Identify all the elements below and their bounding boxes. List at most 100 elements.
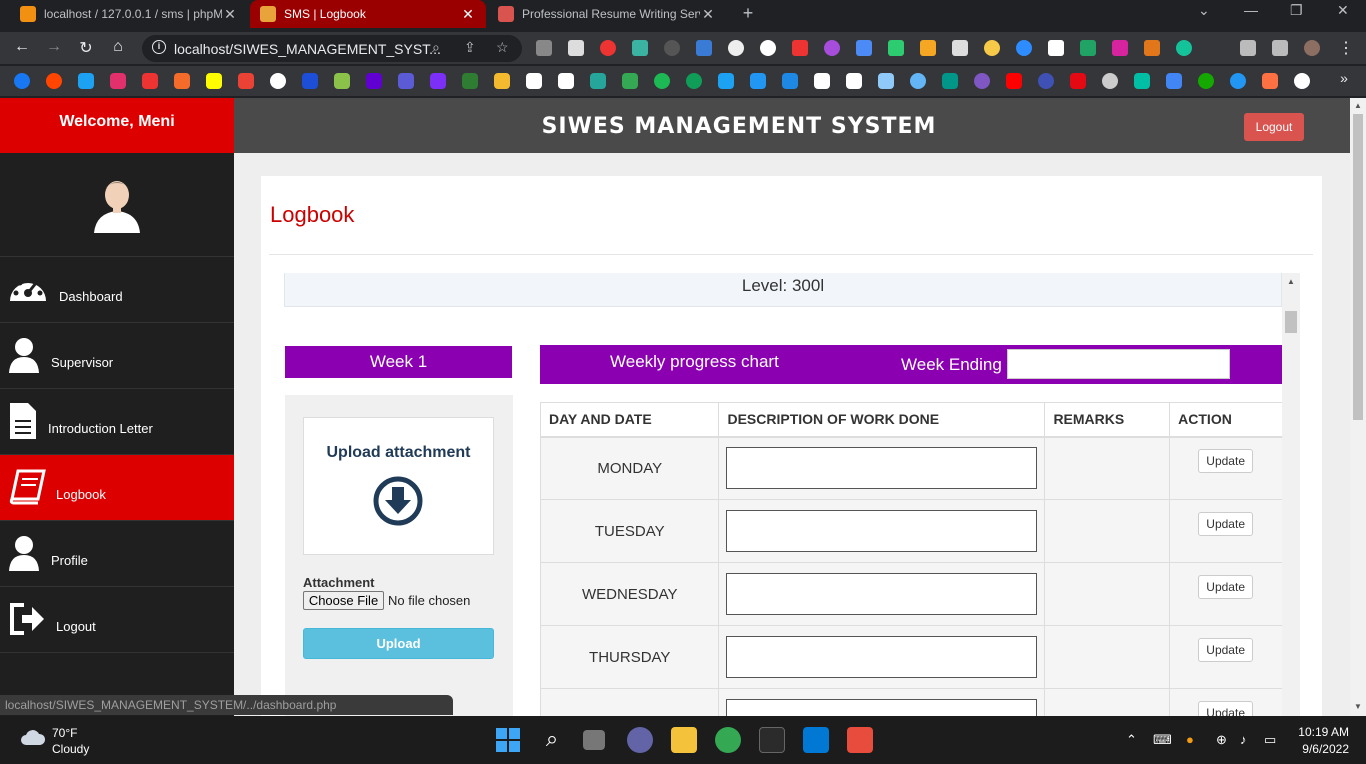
upload-card[interactable]: Upload attachment — [303, 417, 494, 555]
scroll-up-icon[interactable]: ▲ — [1354, 101, 1362, 110]
bookmark-icon[interactable] — [782, 73, 798, 89]
extension-icon[interactable] — [1016, 40, 1032, 56]
share-icon[interactable]: ⇪ — [464, 39, 476, 56]
extension-icon[interactable] — [792, 40, 808, 56]
description-input[interactable] — [726, 447, 1038, 490]
extension-icon[interactable] — [760, 40, 776, 56]
cloud-icon[interactable] — [20, 728, 46, 746]
logbook-scroll-area[interactable]: Level: 300l Week 1 Upload attachment Att… — [284, 273, 1300, 716]
bookmark-icon[interactable] — [1038, 73, 1054, 89]
upwork-icon[interactable] — [1198, 73, 1214, 89]
inner-scrollbar[interactable]: ▲ — [1282, 273, 1300, 716]
metamask-icon[interactable] — [1144, 40, 1160, 56]
teams-chat-icon[interactable] — [627, 727, 653, 753]
extension-icon[interactable] — [1048, 40, 1064, 56]
bookmark-icon[interactable] — [1134, 73, 1150, 89]
bookmark-icon[interactable] — [1294, 73, 1310, 89]
chevron-up-icon[interactable]: ⌃ — [1126, 732, 1137, 748]
extension-icon[interactable] — [696, 40, 712, 56]
bookmark-icon[interactable] — [1262, 73, 1278, 89]
search-icon[interactable]: ⌕ — [539, 727, 565, 753]
bookmark-icon[interactable] — [814, 73, 830, 89]
system-clock[interactable]: 10:19 AM 9/6/2022 — [1297, 725, 1349, 756]
profile-avatar-icon[interactable] — [1304, 40, 1320, 56]
extension-icon[interactable] — [536, 40, 552, 56]
bookmark-icon[interactable] — [46, 73, 62, 89]
bookmark-icon[interactable] — [558, 73, 574, 89]
vscode-icon[interactable] — [803, 727, 829, 753]
description-input[interactable] — [726, 510, 1038, 552]
extension-icon[interactable] — [1112, 40, 1128, 56]
grammarly-icon[interactable] — [1176, 40, 1192, 56]
choose-file-button[interactable]: Choose File — [303, 591, 384, 610]
gmail-icon[interactable] — [238, 73, 254, 89]
upload-button[interactable]: Upload — [303, 628, 494, 659]
update-button[interactable]: Update — [1198, 575, 1254, 599]
update-button[interactable]: Update — [1198, 449, 1254, 474]
sidebar-item-introduction-letter[interactable]: Introduction Letter — [0, 389, 234, 455]
bookmark-icon[interactable] — [1166, 73, 1182, 89]
new-tab-icon[interactable]: + — [738, 3, 758, 24]
description-input[interactable] — [726, 636, 1038, 678]
scrollbar-thumb[interactable] — [1353, 114, 1363, 420]
close-tab-icon[interactable]: ✕ — [700, 6, 716, 23]
home-icon[interactable]: ⌂ — [108, 38, 128, 56]
browser-tab-logbook[interactable]: SMS | Logbook ✕ — [250, 0, 486, 28]
address-bar[interactable]: i localhost/SIWES_MANAGEMENT_SYST... ⌕ ⇪… — [142, 35, 522, 62]
apple-icon[interactable] — [1102, 73, 1118, 89]
bookmark-icon[interactable] — [334, 73, 350, 89]
scroll-up-icon[interactable]: ▲ — [1287, 277, 1295, 286]
extension-icon[interactable] — [920, 40, 936, 56]
bookmark-icon[interactable] — [1230, 73, 1246, 89]
chrome-icon[interactable] — [715, 727, 741, 753]
windows-start-icon[interactable] — [495, 727, 521, 753]
extension-icon[interactable] — [728, 40, 744, 56]
extension-icon[interactable] — [888, 40, 904, 56]
side-panel-icon[interactable] — [1272, 40, 1288, 56]
sidebar-item-supervisor[interactable]: Supervisor — [0, 323, 234, 389]
bookmark-icon[interactable] — [174, 73, 190, 89]
week-ending-input[interactable] — [1007, 349, 1230, 379]
bookmark-icon[interactable] — [910, 73, 926, 89]
netflix-icon[interactable] — [1070, 73, 1086, 89]
language-globe-icon[interactable]: ⊕ — [1216, 732, 1227, 748]
bookmark-icon[interactable] — [398, 73, 414, 89]
bookmark-icon[interactable] — [526, 73, 542, 89]
sidebar-item-logbook[interactable]: Logbook — [0, 455, 234, 521]
bookmark-icon[interactable] — [430, 73, 446, 89]
maps-icon[interactable] — [622, 73, 638, 89]
extension-icon[interactable] — [984, 40, 1000, 56]
extension-icon[interactable] — [664, 40, 680, 56]
adblock-icon[interactable] — [600, 40, 616, 56]
more-bookmarks-icon[interactable]: » — [1334, 70, 1354, 86]
reload-icon[interactable]: ↻ — [76, 38, 96, 58]
back-icon[interactable]: ← — [12, 38, 32, 56]
bookmark-star-icon[interactable]: ☆ — [496, 39, 509, 56]
yahoo-icon[interactable] — [366, 73, 382, 89]
snipping-tool-icon[interactable] — [847, 727, 873, 753]
forward-icon[interactable]: → — [44, 38, 64, 56]
more-menu-icon[interactable]: ⋮ — [1336, 38, 1356, 58]
battery-icon[interactable]: ▭ — [1264, 732, 1276, 748]
task-view-icon[interactable] — [583, 730, 605, 750]
extension-icon[interactable] — [568, 40, 584, 56]
update-button[interactable]: Update — [1198, 512, 1254, 536]
bookmark-icon[interactable] — [590, 73, 606, 89]
update-button[interactable]: Update — [1198, 701, 1254, 716]
keyboard-icon[interactable]: ⌨ — [1153, 732, 1172, 748]
file-explorer-icon[interactable] — [671, 727, 697, 753]
extension-icon[interactable] — [856, 40, 872, 56]
bookmark-icon[interactable] — [846, 73, 862, 89]
search-icon[interactable]: ⌕ — [432, 39, 440, 56]
microphone-icon[interactable]: ● — [1186, 732, 1194, 747]
browser-tab-phpmyadmin[interactable]: localhost / 127.0.0.1 / sms | phpMyAdmin… — [10, 0, 248, 28]
bookmark-icon[interactable] — [718, 73, 734, 89]
youtube-icon[interactable] — [1006, 73, 1022, 89]
page-scrollbar[interactable]: ▲ ▼ — [1350, 98, 1366, 716]
volume-icon[interactable]: ♪ — [1240, 732, 1247, 747]
bookmark-icon[interactable] — [878, 73, 894, 89]
bookmark-icon[interactable] — [750, 73, 766, 89]
bookmark-icon[interactable] — [270, 73, 286, 89]
twitter-icon[interactable] — [78, 73, 94, 89]
update-button[interactable]: Update — [1198, 638, 1254, 662]
